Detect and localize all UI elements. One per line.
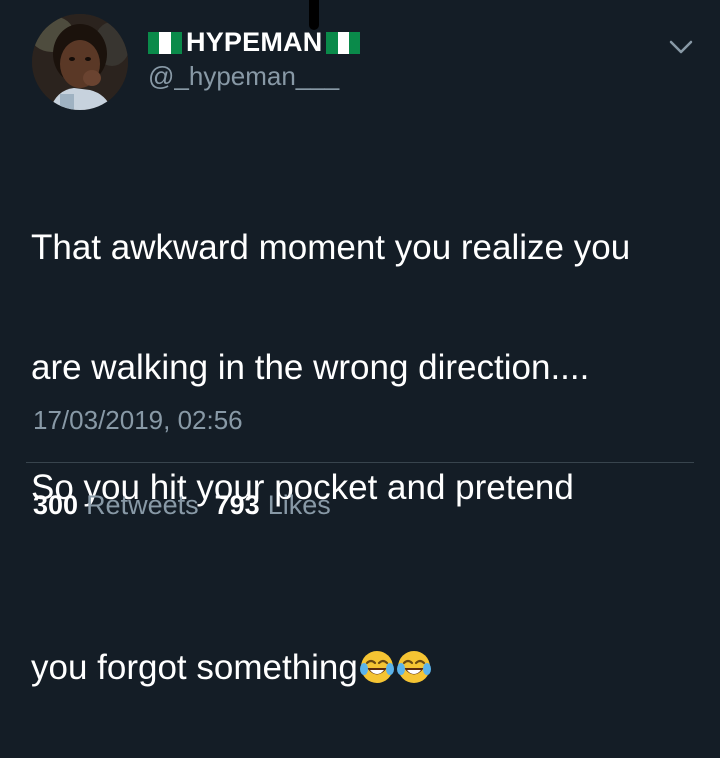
retweets-label: Retweets: [86, 490, 199, 520]
tweet-timestamp[interactable]: 17/03/2019, 02:56: [33, 404, 243, 436]
likes-stat[interactable]: 793 Likes: [215, 489, 331, 521]
display-name-row[interactable]: HYPEMAN: [148, 26, 361, 58]
divider: [26, 462, 694, 463]
tweet-stats: 300 Retweets 793 Likes: [33, 489, 331, 521]
user-handle[interactable]: @_hypeman___: [148, 60, 360, 92]
face-with-tears-of-joy-icon: [359, 651, 394, 683]
display-name[interactable]: HYPEMAN: [186, 26, 322, 58]
likes-count: 793: [214, 490, 260, 520]
nigeria-flag-icon: [148, 31, 182, 54]
avatar[interactable]: [32, 14, 128, 110]
nigeria-flag-icon: [326, 31, 361, 54]
tweet-text-line: are walking in the wrong direction....: [31, 348, 590, 387]
retweets-stat[interactable]: 300 Retweets: [33, 489, 199, 521]
likes-label: Likes: [267, 490, 331, 520]
retweets-count: 300: [33, 490, 79, 520]
tweet-text-line: you forgot something: [31, 648, 358, 687]
child-photo-avatar: [32, 14, 128, 110]
tweet[interactable]: HYPEMAN @_hypeman___ That awkward moment…: [0, 0, 720, 687]
tweet-text-line: That awkward moment you realize you: [31, 228, 631, 267]
tweet-text: That awkward moment you realize you are …: [31, 158, 701, 758]
face-with-tears-of-joy-icon: [396, 651, 431, 683]
tweet-text-line-last: you forgot something: [31, 578, 701, 698]
tweet-header: HYPEMAN @_hypeman___: [148, 26, 361, 92]
chevron-down-icon[interactable]: [668, 38, 694, 56]
